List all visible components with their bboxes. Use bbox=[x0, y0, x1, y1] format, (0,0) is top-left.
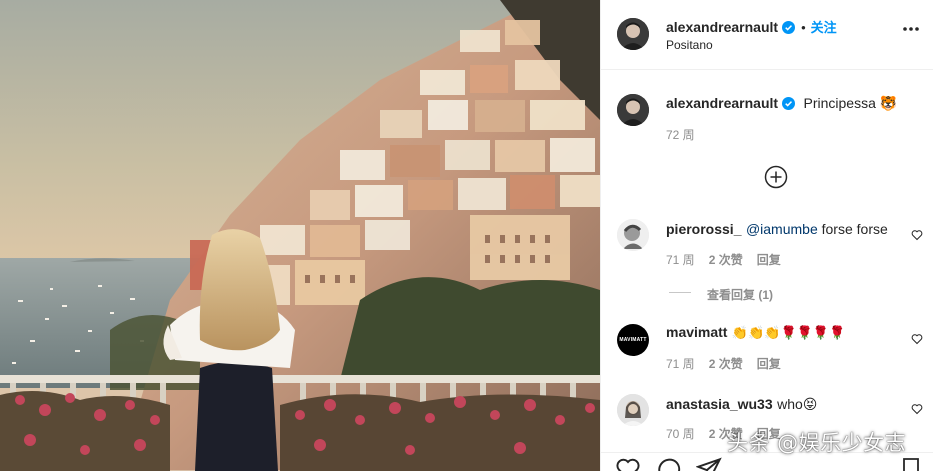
comment-avatar[interactable]: MAVIMATT bbox=[617, 324, 649, 356]
heart-icon[interactable] bbox=[911, 403, 923, 415]
heart-icon[interactable] bbox=[911, 333, 923, 345]
comment-text: who😝 bbox=[777, 396, 818, 412]
comment-text: 👏👏👏🌹🌹🌹🌹 bbox=[731, 325, 846, 340]
comment-likes-link[interactable]: 2 次赞 bbox=[709, 357, 743, 371]
follow-button[interactable]: 关注 bbox=[811, 20, 837, 35]
more-options-icon[interactable] bbox=[902, 26, 920, 32]
separator-dot: • bbox=[801, 20, 806, 35]
like-heart-icon[interactable] bbox=[615, 456, 641, 471]
post-detail-panel: alexandrearnault • 关注 Positano alexandrear… bbox=[600, 0, 933, 471]
caption-author-avatar[interactable] bbox=[617, 94, 649, 126]
comment-time: 71 周 bbox=[666, 253, 695, 267]
comment-username[interactable]: pierorossi_ bbox=[666, 221, 741, 237]
add-comment-icon[interactable] bbox=[764, 165, 788, 189]
avatar-logo-text: MAVIMATT bbox=[619, 337, 647, 343]
post-location[interactable]: Positano bbox=[666, 38, 713, 52]
caption-author-username[interactable]: alexandrearnault bbox=[666, 95, 778, 111]
reply-button[interactable]: 回复 bbox=[757, 253, 781, 267]
author-username[interactable]: alexandrearnault bbox=[666, 19, 778, 35]
comment-time: 70 周 bbox=[666, 427, 695, 441]
comment-time: 71 周 bbox=[666, 357, 695, 371]
comment-mention[interactable]: @iamumbe bbox=[746, 221, 818, 237]
comment-username[interactable]: anastasia_wu33 bbox=[666, 396, 773, 412]
comment-avatar[interactable] bbox=[617, 394, 649, 426]
caption-text: Principessa 🐯 bbox=[803, 95, 898, 111]
author-avatar[interactable] bbox=[617, 18, 649, 50]
heart-icon[interactable] bbox=[911, 229, 923, 241]
comment-avatar[interactable] bbox=[617, 219, 649, 251]
verified-badge-icon bbox=[782, 97, 796, 110]
verified-badge-icon bbox=[782, 21, 796, 34]
comment-text: forse forse bbox=[817, 221, 888, 237]
post-header: alexandrearnault • 关注 Positano bbox=[601, 0, 933, 70]
watermark-text: 头条 @娱乐少女志 bbox=[727, 431, 907, 455]
caption-time: 72 周 bbox=[666, 128, 695, 142]
positano-photo-image bbox=[0, 0, 600, 471]
comment-icon[interactable] bbox=[656, 456, 682, 471]
view-replies-button[interactable]: 查看回复 (1) bbox=[707, 286, 773, 303]
share-icon[interactable] bbox=[696, 456, 722, 471]
comment-likes-link[interactable]: 2 次赞 bbox=[709, 253, 743, 267]
view-replies-line bbox=[669, 292, 691, 293]
save-bookmark-icon[interactable] bbox=[900, 456, 922, 471]
reply-button[interactable]: 回复 bbox=[757, 357, 781, 371]
comment-username[interactable]: mavimatt bbox=[666, 324, 727, 340]
post-photo[interactable] bbox=[0, 0, 600, 471]
